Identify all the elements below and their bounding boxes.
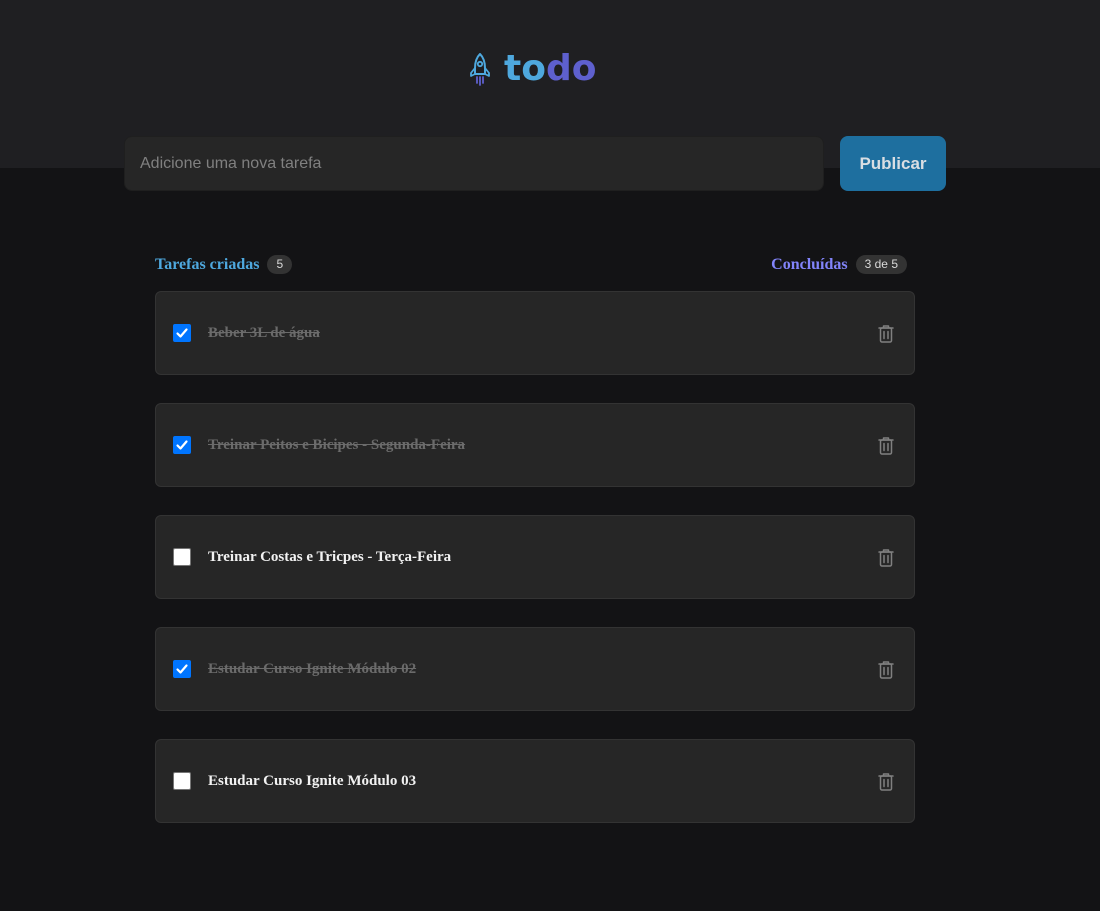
created-counter-label: Tarefas criadas — [155, 255, 260, 273]
task-item: Beber 3L de água — [155, 291, 915, 375]
task-checkbox[interactable] — [173, 660, 191, 678]
task-text: Estudar Curso Ignite Módulo 02 — [208, 661, 417, 677]
created-counter: Tarefas criadas 5 — [155, 255, 293, 274]
task-item: Treinar Costas e Tricpes - Terça-Feira — [155, 515, 915, 599]
app-title-part-to: to — [504, 48, 546, 89]
app-title-part-do: do — [545, 48, 597, 89]
task-counters: Tarefas criadas 5 Concluídas 3 de 5 — [155, 255, 915, 277]
task-checkbox[interactable] — [173, 772, 191, 790]
check-icon — [176, 440, 188, 450]
trash-icon[interactable] — [875, 770, 897, 792]
trash-icon[interactable] — [875, 322, 897, 344]
task-item: Treinar Peitos e Bicipes - Segunda-Feira — [155, 403, 915, 487]
task-text: Beber 3L de água — [208, 325, 320, 341]
task-text: Treinar Costas e Tricpes - Terça-Feira — [208, 549, 452, 565]
task-checkbox[interactable] — [173, 436, 191, 454]
task-checkbox[interactable] — [173, 324, 191, 342]
done-counter: Concluídas 3 de 5 — [771, 255, 907, 274]
task-checkbox[interactable] — [173, 548, 191, 566]
task-item: Estudar Curso Ignite Módulo 02 — [155, 627, 915, 711]
publish-button[interactable]: Publicar — [840, 136, 946, 191]
created-count-badge: 5 — [267, 255, 293, 274]
check-icon — [176, 328, 188, 338]
app-title: todo — [504, 46, 596, 92]
new-task-input[interactable] — [124, 136, 824, 191]
trash-icon[interactable] — [875, 658, 897, 680]
task-list: Beber 3L de água Treinar Peitos e Bicipe… — [155, 291, 915, 851]
task-text: Estudar Curso Ignite Módulo 03 — [208, 773, 417, 789]
rocket-icon — [470, 53, 490, 86]
task-item: Estudar Curso Ignite Módulo 03 — [155, 739, 915, 823]
app-logo: todo — [468, 46, 596, 92]
done-counter-label: Concluídas — [771, 255, 848, 273]
done-count-badge: 3 de 5 — [855, 255, 907, 274]
check-icon — [176, 664, 188, 674]
trash-icon[interactable] — [875, 546, 897, 568]
trash-icon[interactable] — [875, 434, 897, 456]
task-text: Treinar Peitos e Bicipes - Segunda-Feira — [208, 437, 466, 453]
